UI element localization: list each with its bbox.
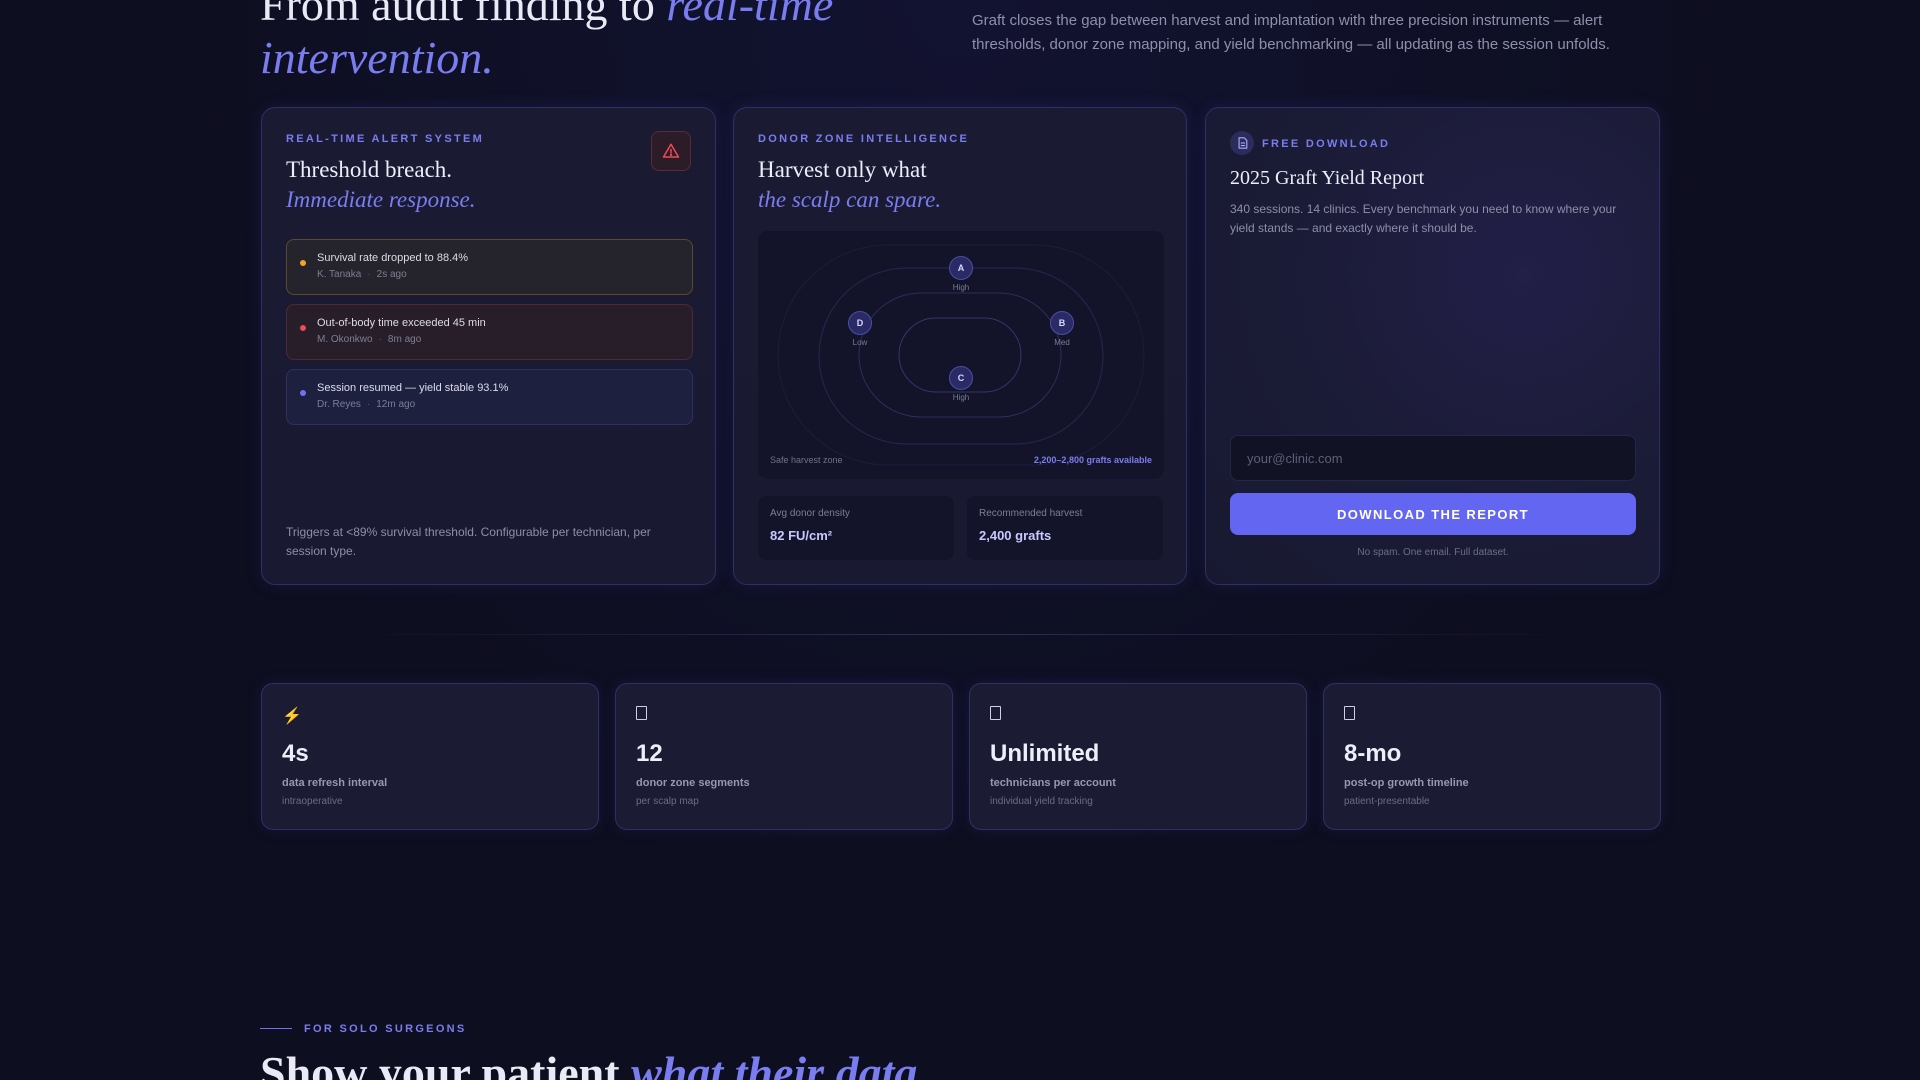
report-description: 340 sessions. 14 clinics. Every benchmar…	[1230, 202, 1617, 235]
metric-label: donor zone segments	[636, 777, 750, 789]
box-icon	[636, 706, 932, 726]
alert-author: K. Tanaka	[317, 269, 362, 280]
alert-card-heading-main: Threshold breach.	[286, 157, 453, 182]
solo-section-eyebrow: FOR SOLO SURGEONS	[304, 1023, 467, 1035]
lightning-icon: ⚡	[282, 708, 302, 725]
report-download-card: FREE DOWNLOAD 2025 Graft Yield Report 34…	[1205, 107, 1660, 585]
hero-description: Graft closes the gap between harvest and…	[972, 12, 1610, 53]
solo-section-title: Show your patient what their data	[260, 1046, 917, 1080]
stat-label: Recommended harvest	[979, 508, 1083, 519]
warning-status-dot	[300, 260, 306, 266]
metric-sublabel: per scalp map	[636, 796, 699, 807]
alert-card-heading: Threshold breach. Immediate response.	[286, 155, 476, 215]
solo-title-text: Show your patient	[260, 1047, 632, 1080]
metric-label: technicians per account	[990, 777, 1116, 789]
alert-message: Session resumed — yield stable 93.1%	[317, 382, 509, 394]
hero-title-text: From audit finding to	[260, 0, 667, 30]
metric-label: post-op growth timeline	[1344, 777, 1469, 789]
zone-level-label: Med	[1054, 338, 1070, 347]
stat-value: 2,400 grafts	[979, 528, 1052, 543]
hero-title: From audit finding to real-time intervent…	[260, 0, 940, 84]
report-card-eyebrow: FREE DOWNLOAD	[1262, 138, 1391, 150]
alert-item[interactable]: Survival rate dropped to 88.4% K. Tanaka…	[286, 239, 693, 295]
zone-node-d[interactable]: D	[848, 311, 872, 335]
metric-card-segments: 12 donor zone segments per scalp map	[615, 683, 953, 830]
donor-density-stat: Avg donor density 82 FU/cm²	[758, 496, 954, 560]
document-icon	[1230, 131, 1254, 155]
warning-triangle-icon	[662, 143, 680, 158]
alert-item[interactable]: Out-of-body time exceeded 45 min M. Okon…	[286, 304, 693, 360]
section-divider	[330, 634, 1590, 635]
alert-time: 8m ago	[387, 334, 422, 345]
info-status-dot	[300, 390, 306, 396]
zone-map-graft-range: 2,200–2,800 grafts available	[1033, 455, 1152, 465]
donor-card-heading: Harvest only what the scalp can spare.	[758, 155, 941, 215]
alert-card-eyebrow: REAL-TIME ALERT SYSTEM	[286, 133, 485, 145]
box-icon	[990, 706, 1286, 726]
alert-meta: Dr. Reyes · 12m ago	[317, 399, 416, 410]
zone-level-label: High	[952, 393, 970, 402]
alert-item[interactable]: Session resumed — yield stable 93.1% Dr.…	[286, 369, 693, 425]
zone-map-footer-label: Safe harvest zone	[770, 455, 843, 465]
zone-level-label: High	[952, 283, 970, 292]
alert-message: Out-of-body time exceeded 45 min	[317, 317, 486, 329]
metric-card-refresh: ⚡ 4s data refresh interval intraoperativ…	[261, 683, 599, 830]
download-report-button[interactable]: DOWNLOAD THE REPORT	[1230, 493, 1636, 535]
email-field[interactable]	[1230, 435, 1636, 481]
alert-system-card: REAL-TIME ALERT SYSTEM Threshold breach.…	[261, 107, 716, 585]
zone-node-a[interactable]: A	[949, 256, 973, 280]
alert-list: Survival rate dropped to 88.4% K. Tanaka…	[286, 239, 693, 434]
stat-label: Avg donor density	[770, 508, 850, 519]
donor-card-heading-main: Harvest only what	[758, 157, 927, 182]
donor-zone-map[interactable]: A High B Med C High D Low Safe harvest z…	[758, 231, 1164, 479]
metric-card-technicians: Unlimited technicians per account indivi…	[969, 683, 1307, 830]
metric-sublabel: patient-presentable	[1344, 796, 1430, 807]
alert-time: 12m ago	[376, 399, 416, 410]
critical-status-dot	[300, 325, 306, 331]
metric-value: 12	[636, 740, 663, 767]
box-icon	[1344, 706, 1640, 726]
donor-zone-card: DONOR ZONE INTELLIGENCE Harvest only wha…	[733, 107, 1187, 585]
alert-time: 2s ago	[376, 269, 407, 280]
metric-label: data refresh interval	[282, 777, 388, 789]
zone-node-b[interactable]: B	[1050, 311, 1074, 335]
alert-author: Dr. Reyes	[317, 399, 361, 410]
metric-value: Unlimited	[990, 740, 1100, 767]
alert-message: Survival rate dropped to 88.4%	[317, 252, 469, 264]
eyebrow-rule	[260, 1028, 292, 1029]
metric-card-timeline: 8-mo post-op growth timeline patient-pre…	[1323, 683, 1661, 830]
alert-meta: K. Tanaka · 2s ago	[317, 269, 407, 280]
alert-meta: M. Okonkwo · 8m ago	[317, 334, 422, 345]
alert-card-footer: Triggers at <89% survival threshold. Con…	[286, 525, 651, 558]
metric-value: 8-mo	[1344, 740, 1402, 767]
zone-level-label: Low	[852, 338, 868, 347]
recommended-harvest-stat: Recommended harvest 2,400 grafts	[967, 496, 1163, 560]
alert-card-heading-accent: Immediate response.	[286, 187, 476, 212]
donor-card-eyebrow: DONOR ZONE INTELLIGENCE	[758, 133, 970, 145]
hero-title-accent: real-time	[666, 0, 834, 30]
alert-author: M. Okonkwo	[317, 334, 373, 345]
metric-sublabel: intraoperative	[282, 796, 343, 807]
report-title: 2025 Graft Yield Report	[1230, 167, 1425, 189]
stat-value: 82 FU/cm²	[770, 528, 833, 543]
donor-card-heading-accent: the scalp can spare.	[758, 187, 942, 212]
report-note: No spam. One email. Full dataset.	[1357, 547, 1509, 558]
solo-title-accent: what their data	[631, 1047, 918, 1080]
metric-value: 4s	[282, 740, 309, 767]
hero-title-accent-line2: intervention.	[260, 32, 494, 83]
metric-sublabel: individual yield tracking	[990, 796, 1093, 807]
zone-node-c[interactable]: C	[949, 366, 973, 390]
alert-warning-button[interactable]	[651, 131, 691, 171]
